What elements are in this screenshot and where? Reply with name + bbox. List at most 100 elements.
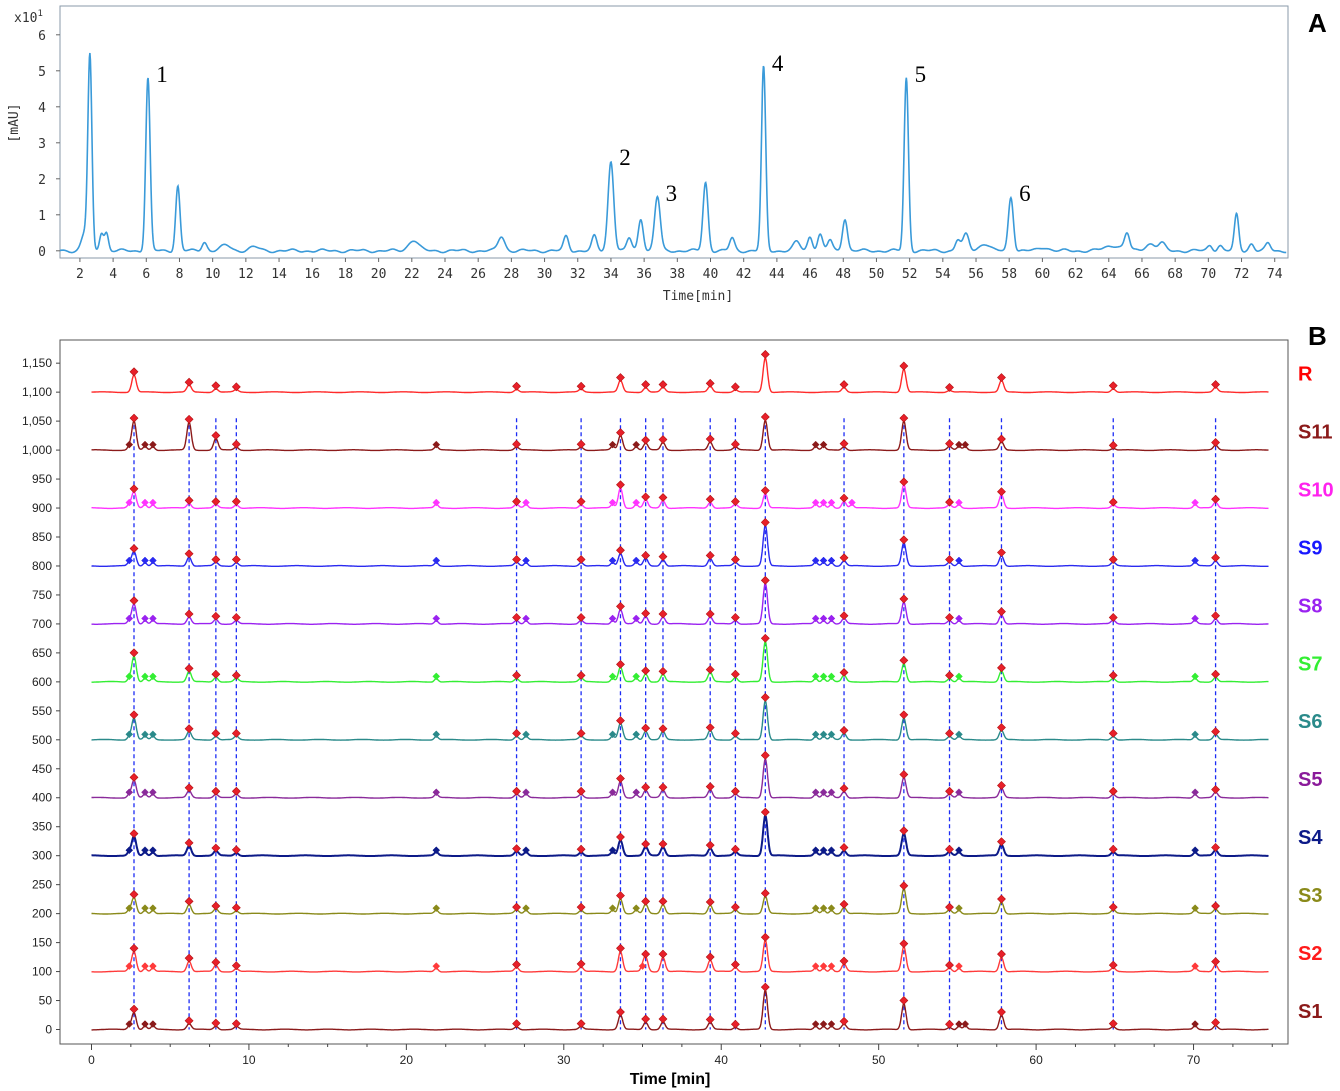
y-tick-label: 600 bbox=[32, 675, 52, 689]
peak-label-2: 2 bbox=[619, 145, 631, 170]
peak-label-3: 3 bbox=[666, 181, 678, 206]
x-tick-label: 12 bbox=[238, 267, 254, 282]
y-tick-label: 950 bbox=[32, 472, 52, 486]
x-tick-label: 34 bbox=[603, 267, 619, 282]
sample-label-S6: S6 bbox=[1298, 711, 1322, 733]
sample-label-S5: S5 bbox=[1298, 769, 1322, 791]
y-tick-label: 50 bbox=[39, 994, 53, 1008]
sample-label-S1: S1 bbox=[1298, 1001, 1322, 1023]
x-tick-label: 46 bbox=[802, 267, 818, 282]
panel-a-xlabel: Time[min] bbox=[663, 289, 733, 304]
y-tick-label: 300 bbox=[32, 849, 52, 863]
panel-a-letter: A bbox=[1308, 8, 1327, 38]
y-tick-label: 5 bbox=[38, 65, 46, 80]
y-tick-label: 800 bbox=[32, 559, 52, 573]
x-tick-label: 70 bbox=[1187, 1053, 1201, 1067]
x-tick-label: 10 bbox=[242, 1053, 256, 1067]
x-tick-label: 20 bbox=[371, 267, 387, 282]
x-tick-label: 66 bbox=[1134, 267, 1150, 282]
panel-a-ylabel: [mAU] bbox=[7, 103, 22, 142]
y-tick-label: 450 bbox=[32, 762, 52, 776]
x-tick-label: 18 bbox=[338, 267, 354, 282]
y-tick-label: 750 bbox=[32, 588, 52, 602]
y-tick-label: 1,100 bbox=[22, 385, 52, 399]
peak-label-5: 5 bbox=[915, 62, 927, 87]
panel-a-chromatogram: A x101 [mAU] Time[min] 0123456 2 4 6 8 10 12 1… bbox=[7, 5, 1327, 304]
x-tick-label: 62 bbox=[1068, 267, 1084, 282]
panel-b-sample-labels: R S11 S10 S9 S8 S7 S6 S5 S4 S3 S2 S1 bbox=[1298, 364, 1334, 1023]
panel-b-xlabel: Time [min] bbox=[630, 1071, 711, 1088]
x-tick-label: 4 bbox=[109, 267, 117, 282]
y-tick-label: 4 bbox=[38, 101, 46, 116]
x-tick-label: 60 bbox=[1035, 267, 1051, 282]
y-tick-label: 500 bbox=[32, 733, 52, 747]
y-tick-label: 550 bbox=[32, 704, 52, 718]
x-tick-label: 60 bbox=[1029, 1053, 1043, 1067]
x-tick-label: 74 bbox=[1267, 267, 1283, 282]
x-tick-label: 0 bbox=[88, 1053, 95, 1067]
y-tick-label: 0 bbox=[38, 245, 46, 260]
peak-label-1: 1 bbox=[156, 62, 168, 87]
y-tick-label: 850 bbox=[32, 530, 52, 544]
sample-label-S3: S3 bbox=[1298, 885, 1322, 907]
y-tick-label: 1,000 bbox=[22, 443, 52, 457]
x-tick-label: 22 bbox=[404, 267, 420, 282]
figure: A x101 [mAU] Time[min] 0123456 2 4 6 8 10 12 1… bbox=[7, 5, 1334, 1088]
sample-label-S10: S10 bbox=[1298, 479, 1334, 501]
panel-b-y-ticks: 0 50 100 150 200 250 300 350 400 450 500 550 600 650 7… bbox=[22, 356, 60, 1037]
x-tick-label: 2 bbox=[76, 267, 84, 282]
x-tick-label: 56 bbox=[968, 267, 984, 282]
panel-a-x-ticks: 2 4 6 8 10 12 14 16 18 20 22 24 26 28 30 32 34 36 38 40 42 44… bbox=[76, 258, 1283, 282]
x-tick-label: 30 bbox=[537, 267, 553, 282]
x-tick-label: 26 bbox=[470, 267, 486, 282]
x-tick-label: 16 bbox=[304, 267, 320, 282]
sample-label-S2: S2 bbox=[1298, 943, 1322, 965]
y-tick-label: 6 bbox=[38, 29, 46, 44]
x-tick-label: 10 bbox=[205, 267, 221, 282]
x-tick-label: 20 bbox=[400, 1053, 414, 1067]
x-tick-label: 28 bbox=[504, 267, 520, 282]
x-tick-label: 14 bbox=[271, 267, 287, 282]
y-tick-label: 1,150 bbox=[22, 356, 52, 370]
x-tick-label: 54 bbox=[935, 267, 951, 282]
x-tick-label: 40 bbox=[703, 267, 719, 282]
panel-b-letter: B bbox=[1308, 321, 1327, 351]
y-tick-label: 900 bbox=[32, 501, 52, 515]
x-tick-label: 48 bbox=[835, 267, 851, 282]
panel-a-plot-frame bbox=[59, 5, 1289, 259]
y-tick-label: 700 bbox=[32, 617, 52, 631]
x-tick-label: 50 bbox=[869, 267, 885, 282]
x-tick-label: 40 bbox=[715, 1053, 729, 1067]
y-tick-label: 650 bbox=[32, 646, 52, 660]
x-tick-label: 44 bbox=[769, 267, 785, 282]
x-tick-label: 50 bbox=[872, 1053, 886, 1067]
panel-b-x-ticks: 0 10 20 30 40 50 60 70 bbox=[88, 1044, 1273, 1067]
peak-label-4: 4 bbox=[772, 51, 784, 76]
x-tick-label: 36 bbox=[636, 267, 652, 282]
panel-b-plot-frame bbox=[59, 339, 1289, 1045]
x-tick-label: 6 bbox=[142, 267, 150, 282]
x-tick-label: 72 bbox=[1234, 267, 1250, 282]
x-tick-label: 52 bbox=[902, 267, 918, 282]
y-tick-label: 0 bbox=[45, 1023, 52, 1037]
sample-label-R: R bbox=[1298, 364, 1313, 386]
x-tick-label: 64 bbox=[1101, 267, 1117, 282]
x-tick-label: 58 bbox=[1001, 267, 1017, 282]
x-tick-label: 8 bbox=[176, 267, 184, 282]
sample-label-S11: S11 bbox=[1298, 422, 1332, 444]
y-tick-label: 1,050 bbox=[22, 414, 52, 428]
panel-b-overlay: B 05010015020025030035040045050055060065… bbox=[22, 321, 1334, 1088]
sample-label-S7: S7 bbox=[1298, 653, 1322, 675]
x-tick-label: 42 bbox=[736, 267, 752, 282]
y-tick-label: 100 bbox=[32, 965, 52, 979]
panel-a-y-ticks: 0 1 2 3 4 5 6 bbox=[38, 29, 60, 260]
y-tick-label: 200 bbox=[32, 907, 52, 921]
y-tick-label: 2 bbox=[38, 173, 46, 188]
x-tick-label: 30 bbox=[557, 1053, 571, 1067]
sample-label-S9: S9 bbox=[1298, 537, 1322, 559]
peak-label-6: 6 bbox=[1019, 181, 1031, 206]
x-tick-label: 68 bbox=[1167, 267, 1183, 282]
y-tick-label: 3 bbox=[38, 137, 46, 152]
panel-a-multiplier-exp: 1 bbox=[37, 9, 42, 19]
panel-a-multiplier: x101 bbox=[14, 9, 43, 26]
